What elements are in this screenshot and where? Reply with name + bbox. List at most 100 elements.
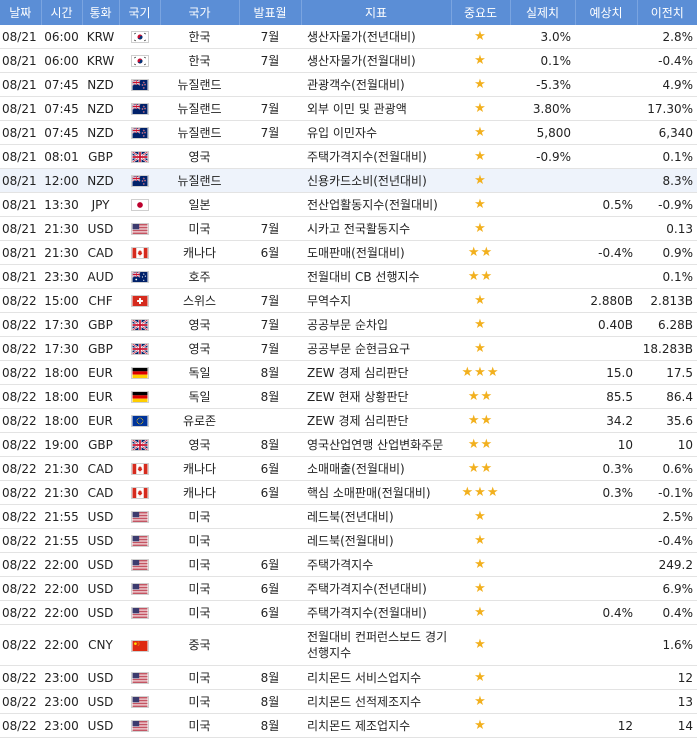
indicator-cell[interactable]: ZEW 경제 심리판단: [301, 408, 451, 433]
previous-cell: 0.13: [637, 216, 697, 241]
previous-cell: 14: [637, 713, 697, 738]
currency-cell: USD: [82, 689, 119, 714]
table-body: 08/21 06:00 KRW 한국 7월 생산자물가(전년대비) ★ 3.0%…: [0, 25, 697, 738]
table-row[interactable]: 08/22 23:00 USD 미국 8월 리치몬드 서비스업지수 ★ 12: [0, 665, 697, 690]
currency-cell: CAD: [82, 456, 119, 481]
table-row[interactable]: 08/22 18:00 EUR 유로존 ZEW 경제 심리판단 ★★ 34.2 …: [0, 408, 697, 433]
indicator-cell[interactable]: 리치몬드 선적제조지수: [301, 689, 451, 714]
table-row[interactable]: 08/22 19:00 GBP 영국 8월 영국산업연맹 산업변화주문 ★★ 1…: [0, 432, 697, 457]
column-header[interactable]: 통화: [81, 0, 119, 25]
table-row[interactable]: 08/21 21:30 CAD 캐나다 6월 도매판매(전월대비) ★★ -0.…: [0, 240, 697, 265]
table-row[interactable]: 08/22 23:00 USD 미국 8월 리치몬드 제조업지수 ★ 12 14: [0, 713, 697, 738]
column-header[interactable]: 국가: [159, 0, 239, 25]
table-row[interactable]: 08/21 07:45 NZD 뉴질랜드 7월 유입 이민자수 ★ 5,800 …: [0, 120, 697, 145]
table-row[interactable]: 08/22 23:00 USD 미국 8월 리치몬드 선적제조지수 ★ 13: [0, 689, 697, 714]
currency-cell: AUD: [82, 264, 119, 289]
importance-stars: ★: [451, 600, 510, 625]
indicator-cell[interactable]: 레드북(전년대비): [301, 504, 451, 529]
table-row[interactable]: 08/21 06:00 KRW 한국 7월 생산자물가(전월대비) ★ 0.1%…: [0, 48, 697, 73]
indicator-cell[interactable]: 소매매출(전월대비): [301, 456, 451, 481]
table-row[interactable]: 08/22 18:00 EUR 독일 8월 ZEW 현재 상황판단 ★★ 85.…: [0, 384, 697, 409]
column-header[interactable]: 실제치: [509, 0, 575, 25]
table-row[interactable]: 08/21 08:01 GBP 영국 주택가격지수(전월대비) ★ -0.9% …: [0, 144, 697, 169]
table-row[interactable]: 08/21 12:00 NZD 뉴질랜드 신용카드소비(전년대비) ★ 8.3%: [0, 168, 697, 193]
indicator-cell[interactable]: ZEW 경제 심리판단: [301, 360, 451, 385]
column-header[interactable]: 날짜: [0, 0, 41, 25]
table-row[interactable]: 08/22 15:00 CHF 스위스 7월 무역수지 ★ 2.880B 2.8…: [0, 288, 697, 313]
table-row[interactable]: 08/22 17:30 GBP 영국 7월 공공부문 순차입 ★ 0.40B 6…: [0, 312, 697, 337]
flag-cell: [119, 144, 160, 169]
table-row[interactable]: 08/22 21:30 CAD 캐나다 6월 소매매출(전월대비) ★★ 0.3…: [0, 456, 697, 481]
indicator-cell[interactable]: 신용카드소비(전년대비): [301, 168, 451, 193]
column-header[interactable]: 지표: [300, 0, 451, 25]
table-row[interactable]: 08/21 13:30 JPY 일본 전산업활동지수(전월대비) ★ 0.5% …: [0, 192, 697, 217]
table-row[interactable]: 08/22 21:55 USD 미국 레드북(전년대비) ★ 2.5%: [0, 504, 697, 529]
indicator-cell[interactable]: 공공부문 순현금요구: [301, 336, 451, 361]
column-header[interactable]: 국기: [118, 0, 160, 25]
flag-cell: [119, 456, 160, 481]
previous-cell: 0.9%: [637, 240, 697, 265]
period-cell: 6월: [239, 576, 301, 601]
indicator-cell[interactable]: 주택가격지수(전월대비): [301, 600, 451, 625]
actual-cell: [510, 689, 575, 714]
indicator-cell[interactable]: 핵심 소매판매(전월대비): [301, 480, 451, 505]
indicator-cell[interactable]: 외부 이민 및 관광액: [301, 96, 451, 121]
flag-cell: [119, 192, 160, 217]
table-row[interactable]: 08/21 06:00 KRW 한국 7월 생산자물가(전년대비) ★ 3.0%…: [0, 25, 697, 49]
indicator-cell[interactable]: 레드북(전월대비): [301, 528, 451, 553]
indicator-cell[interactable]: 주택가격지수(전년대비): [301, 576, 451, 601]
actual-cell: [510, 624, 575, 666]
indicator-cell[interactable]: 리치몬드 제조업지수: [301, 713, 451, 738]
forecast-cell: [575, 168, 637, 193]
column-header[interactable]: 이전치: [636, 0, 697, 25]
actual-cell: 0.1%: [510, 48, 575, 73]
period-cell: 7월: [239, 96, 301, 121]
time-cell: 12:00: [41, 168, 82, 193]
indicator-cell[interactable]: 무역수지: [301, 288, 451, 313]
table-row[interactable]: 08/22 22:00 USD 미국 6월 주택가격지수(전월대비) ★ 0.4…: [0, 600, 697, 625]
country-cell: 한국: [160, 25, 239, 49]
indicator-cell[interactable]: 관광객수(전월대비): [301, 72, 451, 97]
indicator-cell[interactable]: 주택가격지수: [301, 552, 451, 577]
column-header[interactable]: 발표월: [238, 0, 301, 25]
indicator-cell[interactable]: 전산업활동지수(전월대비): [301, 192, 451, 217]
time-cell: 23:00: [41, 689, 82, 714]
currency-cell: CAD: [82, 480, 119, 505]
table-row[interactable]: 08/21 23:30 AUD 호주 전월대비 CB 선행지수 ★★ 0.1%: [0, 264, 697, 289]
flag-cell: [119, 689, 160, 714]
table-row[interactable]: 08/22 22:00 USD 미국 6월 주택가격지수(전년대비) ★ 6.9…: [0, 576, 697, 601]
time-cell: 21:30: [41, 216, 82, 241]
indicator-cell[interactable]: 시카고 전국활동지수: [301, 216, 451, 241]
table-row[interactable]: 08/22 17:30 GBP 영국 7월 공공부문 순현금요구 ★ 18.28…: [0, 336, 697, 361]
indicator-cell[interactable]: 주택가격지수(전월대비): [301, 144, 451, 169]
table-row[interactable]: 08/22 21:30 CAD 캐나다 6월 핵심 소매판매(전월대비) ★★★…: [0, 480, 697, 505]
table-row[interactable]: 08/22 22:00 USD 미국 6월 주택가격지수 ★ 249.2: [0, 552, 697, 577]
indicator-cell[interactable]: 공공부문 순차입: [301, 312, 451, 337]
actual-cell: [510, 336, 575, 361]
kr-flag-icon: [130, 31, 149, 43]
table-row[interactable]: 08/22 21:55 USD 미국 레드북(전월대비) ★ -0.4%: [0, 528, 697, 553]
period-cell: [239, 264, 301, 289]
indicator-cell[interactable]: 전월대비 CB 선행지수: [301, 264, 451, 289]
table-row[interactable]: 08/22 18:00 EUR 독일 8월 ZEW 경제 심리판단 ★★★ 15…: [0, 360, 697, 385]
forecast-cell: [575, 120, 637, 145]
period-cell: 6월: [239, 240, 301, 265]
table-row[interactable]: 08/22 22:00 CNY 중국 전월대비 컨퍼런스보드 경기선행지수 ★ …: [0, 624, 697, 666]
indicator-cell[interactable]: 유입 이민자수: [301, 120, 451, 145]
table-row[interactable]: 08/21 07:45 NZD 뉴질랜드 관광객수(전월대비) ★ -5.3% …: [0, 72, 697, 97]
column-header[interactable]: 중요도: [450, 0, 510, 25]
indicator-cell[interactable]: 리치몬드 서비스업지수: [301, 665, 451, 690]
indicator-cell[interactable]: 전월대비 컨퍼런스보드 경기선행지수: [301, 624, 451, 666]
country-cell: 미국: [160, 504, 239, 529]
table-row[interactable]: 08/21 21:30 USD 미국 7월 시카고 전국활동지수 ★ 0.13: [0, 216, 697, 241]
period-cell: [239, 624, 301, 666]
indicator-cell[interactable]: 도매판매(전월대비): [301, 240, 451, 265]
indicator-cell[interactable]: 생산자물가(전월대비): [301, 48, 451, 73]
date-cell: 08/22: [0, 456, 41, 481]
indicator-cell[interactable]: ZEW 현재 상황판단: [301, 384, 451, 409]
column-header[interactable]: 시간: [40, 0, 82, 25]
indicator-cell[interactable]: 영국산업연맹 산업변화주문: [301, 432, 451, 457]
indicator-cell[interactable]: 생산자물가(전년대비): [301, 25, 451, 49]
column-header[interactable]: 예상치: [574, 0, 637, 25]
table-row[interactable]: 08/21 07:45 NZD 뉴질랜드 7월 외부 이민 및 관광액 ★ 3.…: [0, 96, 697, 121]
